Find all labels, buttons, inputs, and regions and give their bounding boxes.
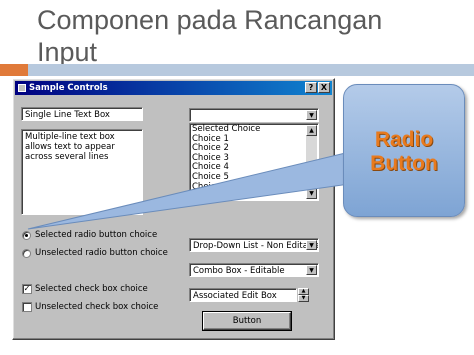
close-button[interactable]: X <box>318 82 330 93</box>
combo-box-value: Combo Box - Editable <box>193 266 285 276</box>
empty-dropdown[interactable]: ▼ <box>189 108 319 122</box>
radio-selected[interactable] <box>22 231 31 240</box>
checkbox-unselected[interactable] <box>22 302 32 312</box>
single-line-text-box[interactable]: Single Line Text Box <box>21 107 143 121</box>
sample-controls-window: Sample Controls ? X Single Line Text Box… <box>12 78 335 340</box>
slide-title-line1: Componen pada Rancangan <box>37 5 383 35</box>
callout-line1: Radio <box>374 128 434 151</box>
window-titlebar[interactable]: Sample Controls ? X <box>15 81 332 95</box>
chevron-down-icon[interactable]: ▼ <box>306 265 317 275</box>
list-box[interactable]: Selected Choice Choice 1 Choice 2 Choice 3C… <box>189 123 319 201</box>
callout-line2: Button <box>370 152 438 175</box>
checkbox-selected[interactable]: ✓ <box>22 284 32 294</box>
list-item[interactable]: Choice <box>192 192 316 200</box>
combo-box[interactable]: Combo Box - Editable ▼ <box>189 263 319 277</box>
radio-selected-label: Selected radio button choice <box>35 230 158 240</box>
chevron-down-icon[interactable]: ▼ <box>306 240 317 250</box>
checkmark-icon: ✓ <box>23 284 31 293</box>
arrow-up-icon[interactable]: ▲ <box>306 125 317 136</box>
spin-down-icon[interactable]: ▼ <box>298 295 309 302</box>
associated-edit-box[interactable]: Associated Edit Box <box>189 288 297 302</box>
dropdown-list-value: Drop-Down List - Non Editable <box>193 241 319 251</box>
list-box-items: Selected Choice Choice 1 Choice 2 Choice 3C… <box>192 124 316 200</box>
accent-bar <box>0 64 474 76</box>
spin-control[interactable]: ▲ ▼ <box>298 288 309 302</box>
arrow-down-icon[interactable]: ▼ <box>306 188 317 199</box>
dropdown-list[interactable]: Drop-Down List - Non Editable ▼ <box>189 238 319 252</box>
callout-label: Radio Button <box>343 128 465 176</box>
help-button[interactable]: ? <box>305 82 317 93</box>
window-title: Sample Controls <box>29 83 108 93</box>
radio-unselected[interactable] <box>22 249 31 258</box>
push-button[interactable]: Button <box>203 312 291 330</box>
chevron-down-icon[interactable]: ▼ <box>306 110 317 120</box>
accent-bar-orange <box>0 64 28 76</box>
spin-up-icon[interactable]: ▲ <box>298 288 309 295</box>
window-app-icon <box>18 84 26 92</box>
radio-dot-icon <box>25 234 28 237</box>
radio-unselected-label: Unselected radio button choice <box>35 248 168 258</box>
checkbox-unselected-label: Unselected check box choice <box>35 302 159 312</box>
slide-title: Componen pada Rancangan Input <box>37 4 457 68</box>
multi-line-text-box[interactable]: Multiple-line text box allows text to ap… <box>21 129 143 215</box>
checkbox-selected-label: Selected check box choice <box>35 284 148 294</box>
list-scrollbar[interactable]: ▲ ▼ <box>306 125 317 199</box>
